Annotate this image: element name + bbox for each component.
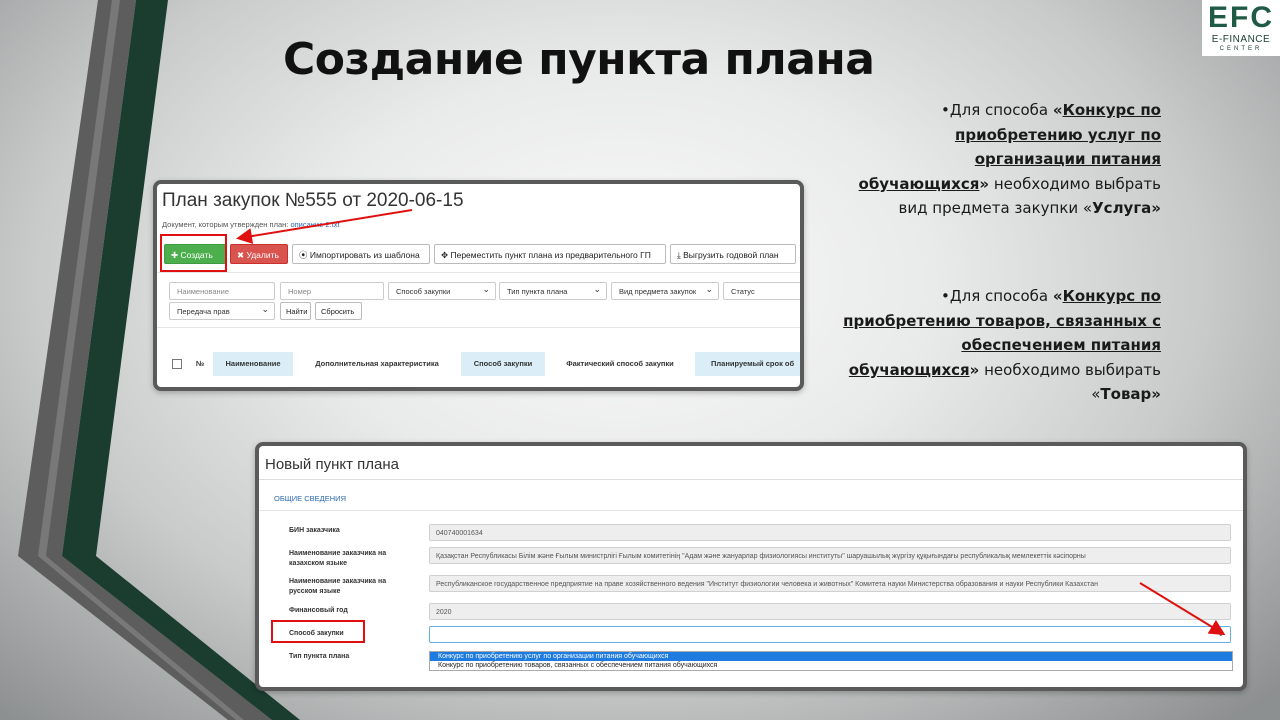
column-header[interactable]: Дополнительная характеристика <box>295 352 459 376</box>
dropdown-option[interactable]: Конкурс по приобретению товаров, связанн… <box>430 661 1232 670</box>
delete-button[interactable]: ✖ Удалить <box>230 244 288 264</box>
field-label: Тип пункта плана <box>289 653 350 660</box>
new-item-header: Новый пункт плана <box>265 456 399 473</box>
status-filter[interactable]: Статус <box>723 282 800 300</box>
bin-field: 040740001634 <box>429 524 1231 541</box>
column-header[interactable]: Планируемый срок об <box>695 352 800 376</box>
subject-filter[interactable]: Вид предмета закупок <box>611 280 719 300</box>
field-label: Наименование заказчика на казахском язык… <box>289 550 387 567</box>
column-header[interactable]: Наименование <box>213 352 293 376</box>
customer-kz-field: Қазақстан Республикасы Білім және Ғылым … <box>429 547 1231 564</box>
highlight-box <box>160 234 227 272</box>
plan-header: План закупок №555 от 2020-06-15 <box>162 190 464 211</box>
efc-logo: EFC E-FINANCE CENTER <box>1202 0 1280 56</box>
customer-ru-field: Республиканское государственное предприя… <box>429 575 1231 592</box>
column-header[interactable]: Способ закупки <box>461 352 545 376</box>
column-header[interactable]: Фактический способ закупки <box>547 352 693 376</box>
bullet-icon: • <box>941 101 950 119</box>
move-button[interactable]: ✥ Переместить пункт плана из предварител… <box>434 244 666 264</box>
document-link[interactable]: описание 2.txt <box>290 220 339 229</box>
note-goods: •Для способа «Конкурс по приобретению то… <box>843 287 1161 404</box>
dropdown-option[interactable]: Конкурс по приобретению услуг по организ… <box>430 652 1232 661</box>
field-label: Наименование заказчика на русском языке <box>289 578 387 595</box>
import-button[interactable]: ⦿ Импортировать из шаблона <box>292 244 430 264</box>
name-filter[interactable]: Наименование <box>169 282 275 300</box>
reset-button[interactable]: Сбросить <box>315 302 362 320</box>
note-services: •Для способа «Конкурс по приобретению ус… <box>858 101 1161 218</box>
export-button[interactable]: ⤓ Выгрузить годовой план <box>670 244 796 264</box>
plan-document: Документ, которым утвержден план: описан… <box>162 220 340 229</box>
import-icon: ⦿ <box>299 250 310 260</box>
find-button[interactable]: Найти <box>280 302 311 320</box>
chevron-down-icon: ⌄ <box>1216 628 1225 639</box>
type-filter[interactable]: Тип пункта плана <box>499 280 607 300</box>
divider <box>259 479 1243 480</box>
transfer-filter[interactable]: Передача прав <box>169 300 275 320</box>
slide-title: Создание пункта плана <box>283 34 875 85</box>
field-label: Финансовый год <box>289 607 348 614</box>
year-field: 2020 <box>429 603 1231 620</box>
new-item-screenshot: Новый пункт плана ОБЩИЕ СВЕДЕНИЯ БИН зак… <box>255 442 1247 691</box>
plan-screenshot: План закупок №555 от 2020-06-15 Документ… <box>153 180 804 391</box>
method-select[interactable]: ⌄ <box>429 626 1231 643</box>
method-dropdown: Конкурс по приобретению услуг по организ… <box>429 651 1233 671</box>
field-label: БИН заказчика <box>289 527 340 534</box>
number-filter[interactable]: Номер <box>280 282 384 300</box>
divider <box>157 272 800 273</box>
divider <box>157 327 800 328</box>
select-all-checkbox[interactable] <box>167 352 187 376</box>
divider <box>259 510 1243 511</box>
method-filter[interactable]: Способ закупки <box>388 280 496 300</box>
bullet-icon: • <box>941 287 950 305</box>
column-header[interactable]: № <box>189 352 211 376</box>
highlight-box <box>271 620 365 643</box>
section-title[interactable]: ОБЩИЕ СВЕДЕНИЯ <box>274 494 346 503</box>
